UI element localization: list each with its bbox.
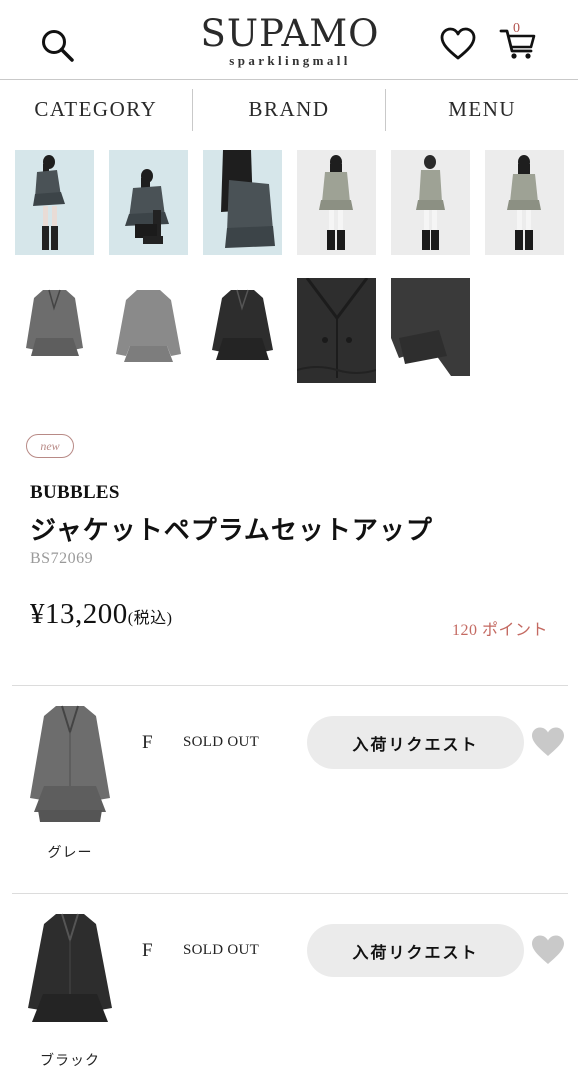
variant-row-black: ブラック F SOLD OUT 入荷リクエスト [0, 894, 578, 1080]
cart-button[interactable]: 0 [494, 18, 542, 66]
cart-count-badge: 0 [513, 21, 520, 36]
gallery-thumb-model-3[interactable] [203, 150, 282, 255]
restock-request-button[interactable]: 入荷リクエスト [307, 924, 524, 977]
heart-icon[interactable] [531, 726, 565, 758]
product-title: ジャケットペプラムセットアップ [30, 516, 433, 545]
logo-wordmark: SUPAMO [200, 12, 380, 55]
variant-stock-status: SOLD OUT [183, 942, 260, 958]
gallery-thumb-product-gray-back[interactable] [109, 278, 188, 383]
gallery-thumb-product-black[interactable] [203, 278, 282, 383]
variant-color-label: グレー [47, 846, 93, 861]
site-header: SUPAMO sparklingmall 0 [0, 0, 578, 80]
site-logo[interactable]: SUPAMO sparklingmall [190, 12, 390, 72]
logo-tagline: sparklingmall [229, 53, 351, 68]
price-tax-label: (税込) [127, 610, 173, 627]
search-button[interactable] [36, 24, 80, 68]
variant-image-black[interactable] [20, 910, 120, 1030]
gallery-thumb-fabric-detail[interactable] [297, 278, 376, 383]
product-code: BS72069 [30, 550, 94, 567]
gallery-thumb-model-1[interactable] [15, 150, 94, 255]
favorites-button[interactable] [436, 22, 480, 66]
nav-menu[interactable]: MENU [386, 81, 578, 137]
price-value: ¥13,200 [30, 598, 128, 630]
variant-color-label: ブラック [40, 1054, 100, 1069]
gallery-thumb-sleeve-detail[interactable] [391, 278, 470, 383]
gallery-thumb-model-2[interactable] [109, 150, 188, 255]
variant-row-gray: グレー F SOLD OUT 入荷リクエスト [0, 686, 578, 886]
main-nav: CATEGORY BRAND MENU [0, 81, 578, 137]
variant-stock-status: SOLD OUT [183, 734, 260, 750]
heart-outline-icon [440, 27, 476, 60]
variant-size: F [142, 940, 153, 961]
heart-icon[interactable] [531, 934, 565, 966]
gallery-thumb-model-4[interactable] [297, 150, 376, 255]
restock-request-button[interactable]: 入荷リクエスト [307, 716, 524, 769]
nav-category[interactable]: CATEGORY [0, 81, 192, 137]
product-price: ¥13,200(税込) [30, 598, 172, 631]
gallery-thumb-model-6[interactable] [485, 150, 564, 255]
new-badge: new [26, 434, 74, 458]
variant-size: F [142, 732, 153, 753]
nav-brand[interactable]: BRAND [193, 81, 385, 137]
variant-image-gray[interactable] [20, 702, 120, 822]
search-icon [42, 30, 74, 62]
gallery-thumb-model-5[interactable] [391, 150, 470, 255]
gallery-thumb-product-gray[interactable] [15, 278, 94, 383]
reward-points: 120 ポイント [452, 622, 549, 639]
product-brand[interactable]: BUBBLES [30, 482, 120, 504]
